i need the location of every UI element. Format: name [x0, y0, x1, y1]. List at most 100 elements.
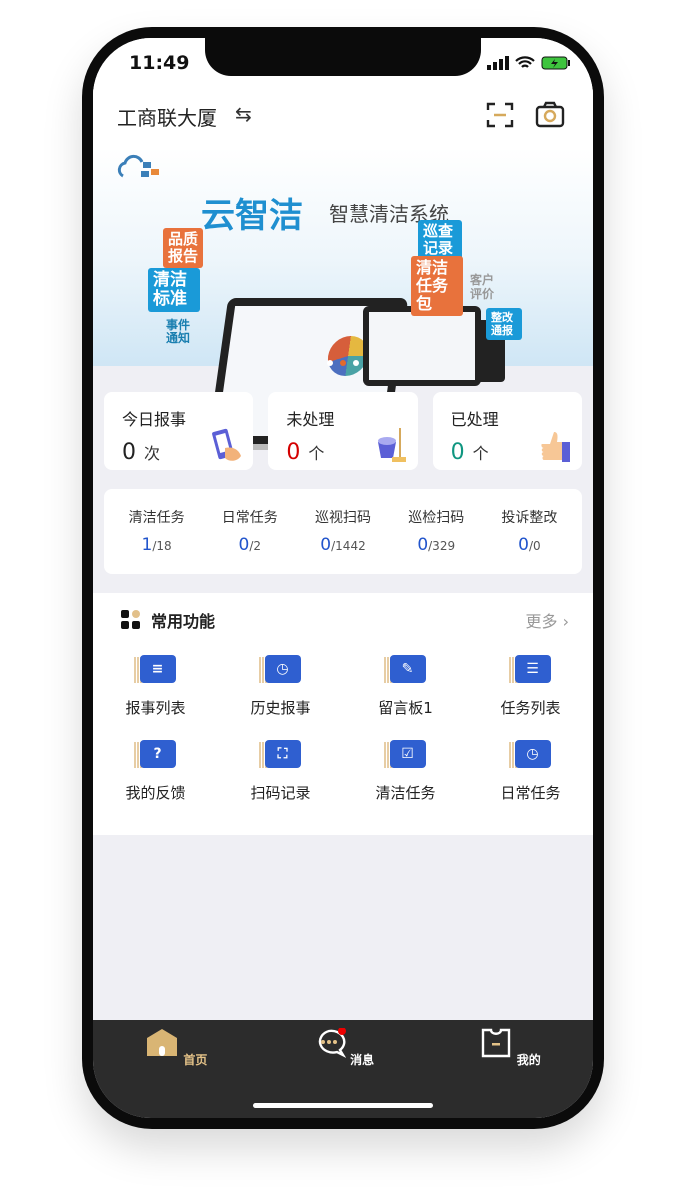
function-item[interactable]: ◷ 日常任务 — [468, 740, 593, 803]
screen: 11:49 工商联大厦 ⇆ 云智洁 智慧清洁系统 品质报告 清洁标准 事件通知 … — [93, 38, 593, 1118]
swap-arrows-icon[interactable]: ⇆ — [235, 102, 252, 126]
more-label: 更多 — [525, 612, 558, 631]
function-icon: ? — [133, 740, 178, 770]
stat-label: 未处理 — [286, 410, 335, 429]
cloud-logo — [117, 154, 159, 178]
function-item[interactable]: ◷ 历史报事 — [218, 655, 343, 718]
task-label: 日常任务 — [221, 510, 278, 526]
function-label: 留言板1 — [378, 699, 433, 717]
home-icon — [147, 1029, 178, 1056]
task-item-cleaning[interactable]: 清洁任务 1/18 — [110, 507, 203, 574]
notch — [205, 38, 481, 76]
function-item[interactable]: ? 我的反馈 — [93, 740, 218, 803]
more-link[interactable]: 更多 › — [525, 608, 569, 632]
chat-bubble-icon — [318, 1027, 347, 1058]
stat-label: 已处理 — [450, 410, 499, 429]
task-total: /329 — [428, 539, 456, 553]
function-label: 任务列表 — [500, 699, 561, 717]
thumbs-up-icon — [541, 432, 570, 462]
carousel-dot[interactable] — [327, 360, 333, 366]
carousel-dots[interactable] — [93, 360, 593, 366]
task-done: 0 — [320, 535, 332, 555]
building-title[interactable]: 工商联大厦 — [117, 102, 217, 131]
function-label: 清洁任务 — [375, 784, 436, 802]
function-item[interactable]: ✎ 留言板1 — [343, 655, 468, 718]
status-time: 11:49 — [129, 52, 190, 74]
profile-icon — [481, 1028, 510, 1058]
function-item[interactable]: ☰ 任务列表 — [468, 655, 593, 718]
grid-apps-icon — [121, 610, 140, 629]
task-label: 清洁任务 — [128, 510, 185, 526]
stat-card-today[interactable]: 今日报事 0次 — [104, 392, 254, 470]
task-done: 0 — [417, 535, 429, 555]
task-summary: 清洁任务 1/18 日常任务 0/2 巡视扫码 0/1442 巡检扫码 0/329 投诉… — [104, 489, 582, 574]
banner-tag: 品质报告 — [163, 228, 203, 268]
task-total: /2 — [249, 539, 262, 553]
function-item[interactable]: ⛶ 扫码记录 — [218, 740, 343, 803]
banner-tag: 事件通知 — [166, 318, 191, 345]
function-label: 日常任务 — [500, 784, 561, 802]
function-icon: ☑ — [383, 740, 428, 770]
carousel-dot[interactable] — [353, 360, 359, 366]
banner-tag: 清洁标准 — [148, 268, 200, 312]
scan-icon[interactable] — [485, 100, 515, 130]
banner-carousel[interactable]: 云智洁 智慧清洁系统 品质报告 清洁标准 事件通知 巡查记录 清洁任务包 客户评… — [93, 148, 593, 450]
task-item-patrol-check[interactable]: 巡检扫码 0/329 — [390, 507, 483, 574]
section-title: 常用功能 — [151, 612, 216, 631]
banner-tag: 清洁任务包 — [411, 256, 463, 316]
banner-tag: 巡查记录 — [418, 220, 462, 260]
function-label: 历史报事 — [250, 699, 311, 717]
function-icon: ✎ — [383, 655, 428, 685]
stat-value: 0 — [122, 440, 136, 465]
stat-card-pending[interactable]: 未处理 0个 — [268, 392, 418, 470]
task-item-complaint[interactable]: 投诉整改 0/0 — [483, 507, 576, 574]
stat-value: 0 — [286, 440, 301, 465]
stat-label: 今日报事 — [122, 410, 187, 429]
phone-frame: 11:49 工商联大厦 ⇆ 云智洁 智慧清洁系统 品质报告 清洁标准 事件通知 … — [82, 27, 604, 1129]
task-item-patrol-view[interactable]: 巡视扫码 0/1442 — [296, 507, 389, 574]
function-item[interactable]: ≡ 报事列表 — [93, 655, 218, 718]
function-icon: ≡ — [133, 655, 178, 685]
tab-profile[interactable]: 我的 — [426, 1020, 593, 1118]
header: 工商联大厦 ⇆ — [93, 88, 593, 148]
function-label: 我的反馈 — [125, 784, 186, 802]
function-label: 报事列表 — [125, 699, 186, 717]
signal-icon — [487, 56, 509, 70]
banner-tag: 客户评价 — [470, 273, 495, 301]
battery-icon — [541, 56, 570, 70]
banner-tag: 整改通报 — [486, 308, 522, 340]
stat-card-handled[interactable]: 已处理 0个 — [432, 392, 582, 470]
task-done: 0 — [238, 535, 250, 555]
tab-label: 我的 — [516, 1053, 541, 1067]
task-total: /1442 — [331, 539, 366, 553]
stat-value: 0 — [450, 440, 465, 465]
common-functions: 常用功能 更多 › ≡ 报事列表 ◷ 历史报事 ✎ 留言板1 ☰ 任务列表? 我的反馈 ⛶ 扫码记录… — [93, 593, 593, 835]
task-total: /0 — [528, 539, 541, 553]
function-icon: ⛶ — [258, 740, 303, 770]
task-label: 巡检扫码 — [408, 510, 465, 526]
function-icon: ◷ — [258, 655, 303, 685]
stat-unit: 个 — [472, 444, 489, 463]
function-icon: ◷ — [508, 740, 553, 770]
task-label: 巡视扫码 — [315, 510, 371, 526]
chevron-right-icon: › — [562, 612, 569, 631]
function-item[interactable]: ☑ 清洁任务 — [343, 740, 468, 803]
camera-icon[interactable] — [535, 100, 565, 130]
task-done: 1 — [141, 535, 153, 555]
task-total: /18 — [152, 539, 172, 553]
stat-unit: 个 — [308, 444, 325, 463]
home-indicator[interactable] — [253, 1103, 433, 1108]
task-label: 投诉整改 — [501, 510, 558, 526]
function-icon: ☰ — [508, 655, 553, 685]
phone-scan-icon — [212, 428, 242, 461]
tablet-illustration — [363, 306, 481, 386]
banner-title: 云智洁 — [201, 196, 303, 236]
mop-bucket-icon — [377, 428, 406, 462]
tab-label: 消息 — [350, 1053, 375, 1067]
tab-home[interactable]: 首页 — [93, 1020, 260, 1118]
stat-unit: 次 — [144, 444, 161, 463]
task-item-daily[interactable]: 日常任务 0/2 — [203, 507, 296, 574]
carousel-dot-active[interactable] — [340, 360, 346, 366]
tab-label: 首页 — [183, 1053, 208, 1067]
function-label: 扫码记录 — [250, 784, 311, 802]
